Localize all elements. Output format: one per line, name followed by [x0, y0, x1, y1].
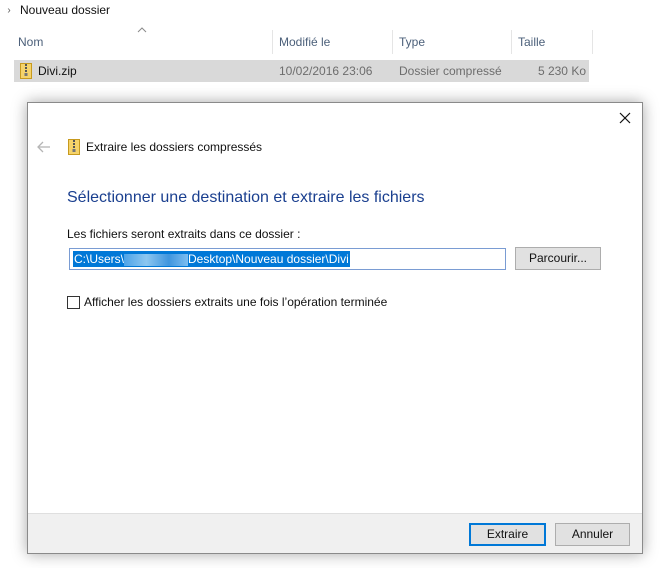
show-extracted-label[interactable]: Afficher les dossiers extraits une fois …: [84, 295, 387, 309]
show-extracted-option[interactable]: Afficher les dossiers extraits une fois …: [67, 294, 387, 310]
breadcrumb[interactable]: › Nouveau dossier: [4, 2, 110, 18]
path-suffix: Desktop\Nouveau dossier\Divi: [188, 252, 349, 266]
extract-dialog: Extraire les dossiers compressés Sélecti…: [27, 102, 643, 554]
file-size: 5 230 Ko: [537, 64, 586, 78]
file-name: Divi.zip: [38, 64, 77, 78]
column-divider[interactable]: [592, 30, 593, 54]
extract-button[interactable]: Extraire: [469, 523, 546, 546]
column-header-name[interactable]: Nom: [12, 31, 272, 53]
close-icon[interactable]: [618, 111, 632, 125]
file-row-divi-zip[interactable]: Divi.zip 10/02/2016 23:06 Dossier compre…: [14, 60, 589, 82]
browse-button[interactable]: Parcourir...: [515, 247, 601, 270]
file-modified: 10/02/2016 23:06: [279, 64, 373, 78]
file-type: Dossier compressé: [399, 64, 502, 78]
chevron-right-icon: ›: [7, 4, 11, 16]
selected-path-text: C:\Users\ Desktop\Nouveau dossier\Divi: [73, 251, 350, 267]
dialog-heading: Sélectionner une destination et extraire…: [67, 189, 425, 206]
dialog-footer: [28, 513, 642, 553]
column-header-modified[interactable]: Modifié le: [273, 31, 392, 53]
path-prefix: C:\Users\: [74, 252, 125, 266]
cancel-button[interactable]: Annuler: [555, 523, 630, 546]
dialog-title: Extraire les dossiers compressés: [86, 140, 263, 154]
column-header-size[interactable]: Taille: [512, 31, 592, 53]
destination-path-input[interactable]: C:\Users\ Desktop\Nouveau dossier\Divi: [69, 248, 506, 270]
breadcrumb-folder[interactable]: Nouveau dossier: [20, 3, 110, 17]
back-arrow-icon[interactable]: [36, 140, 52, 154]
zip-folder-icon: [20, 63, 32, 79]
redacted-username: [124, 253, 189, 266]
column-header-type[interactable]: Type: [393, 31, 511, 53]
show-extracted-checkbox[interactable]: [67, 295, 80, 309]
destination-label: Les fichiers seront extraits dans ce dos…: [67, 227, 301, 241]
zip-folder-icon: [68, 139, 80, 155]
